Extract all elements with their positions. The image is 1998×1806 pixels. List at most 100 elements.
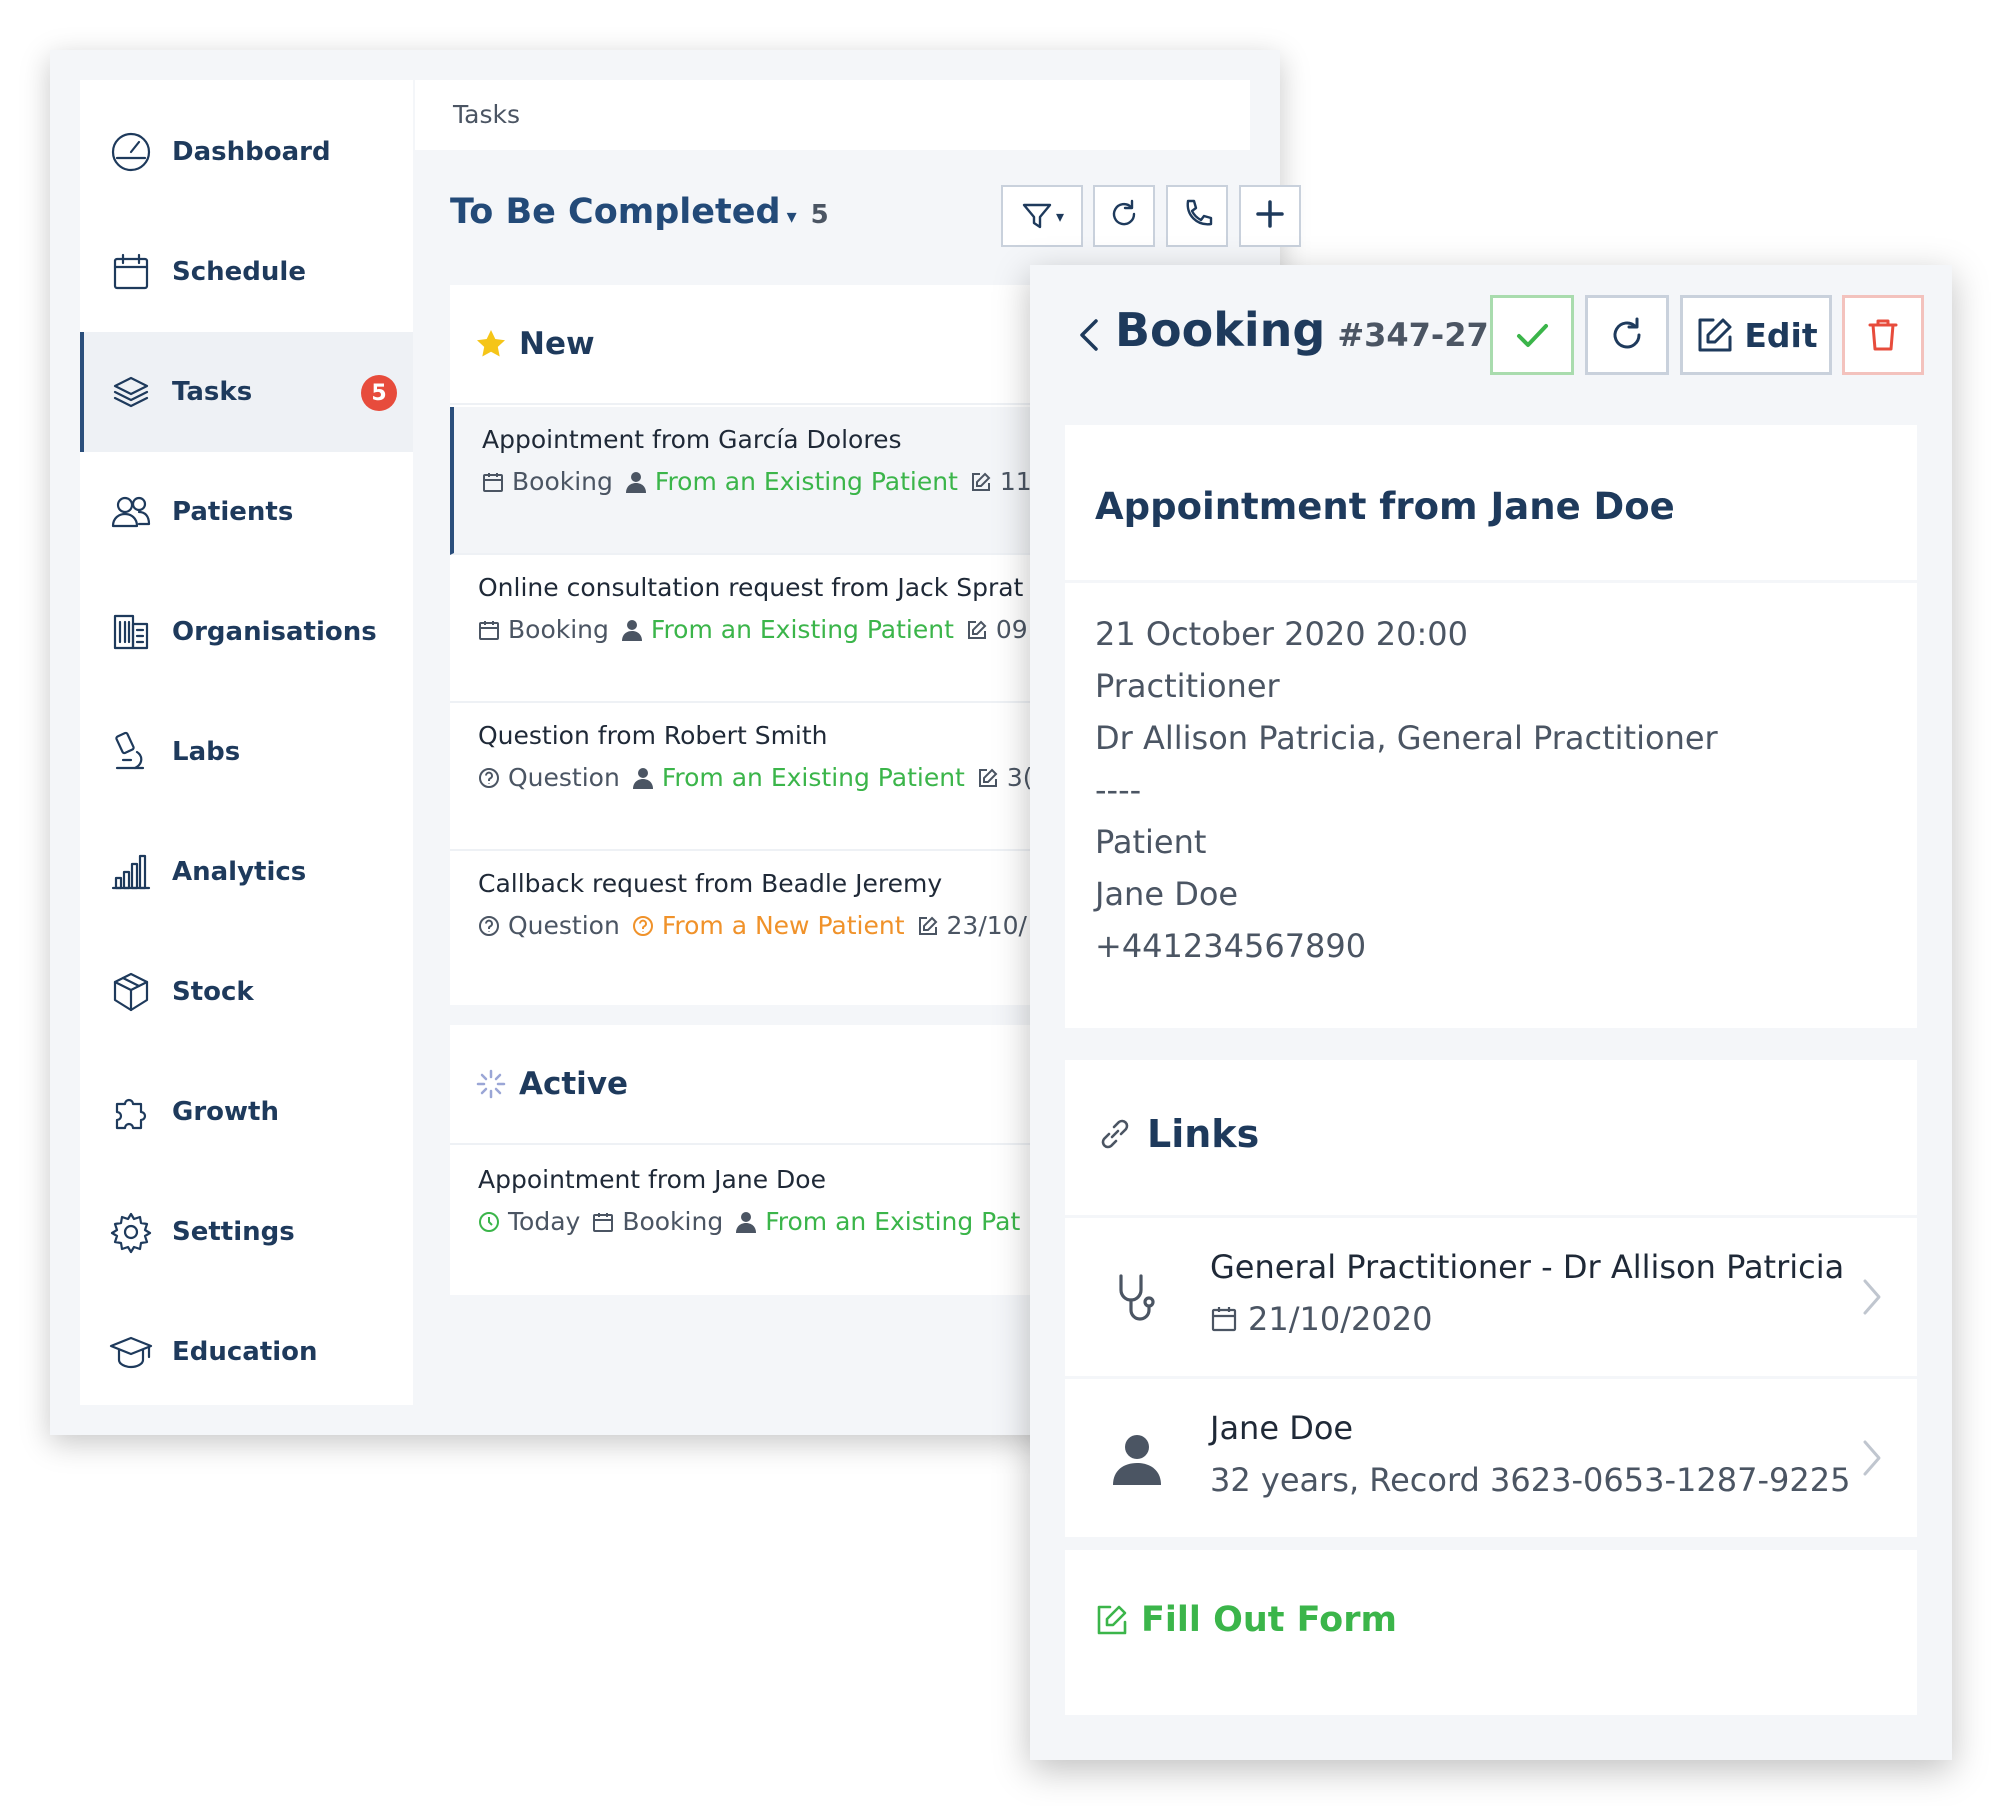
edit-icon — [978, 768, 998, 787]
link-row-practitioner[interactable]: General Practitioner - Dr Allison Patric… — [1065, 1218, 1917, 1376]
sidebar-item-label: Schedule — [172, 257, 306, 287]
task-type: Booking — [508, 615, 609, 644]
sidebar-item-label: Growth — [172, 1097, 279, 1127]
sidebar-item-label: Settings — [172, 1217, 295, 1247]
calendar-icon — [108, 249, 154, 295]
sidebar-item-growth[interactable]: Growth — [80, 1052, 413, 1172]
sidebar-item-education[interactable]: Education — [80, 1292, 413, 1412]
task-meta: Booking From an Existing Patient 09 — [478, 615, 1040, 644]
task-date: 11 — [999, 467, 1032, 496]
add-task-button[interactable] — [1239, 185, 1301, 247]
spinner-icon — [476, 1069, 506, 1099]
person-icon — [621, 619, 642, 641]
task-when: Today — [508, 1207, 581, 1236]
sidebar-item-tasks[interactable]: Tasks 5 — [80, 332, 413, 452]
complete-button[interactable] — [1490, 295, 1574, 375]
breadcrumb: Tasks — [453, 100, 520, 129]
booking-title: Booking — [1115, 303, 1326, 357]
detail-title: Booking #347-278 — [1115, 303, 1511, 357]
task-source: From an Existing Patient — [661, 763, 965, 792]
sidebar-item-label: Patients — [172, 497, 294, 527]
link-icon — [1101, 1119, 1129, 1149]
edit-label: Edit — [1744, 315, 1818, 355]
trash-icon — [1868, 319, 1898, 351]
task-source: From an Existing Pat — [765, 1207, 1021, 1236]
caret-down-icon: ▾ — [786, 204, 797, 228]
breadcrumb-bar: Tasks — [415, 80, 1250, 150]
person-icon — [625, 471, 646, 493]
chevron-right-icon — [1857, 1273, 1887, 1321]
refresh-icon — [1107, 197, 1141, 235]
person-icon — [736, 1211, 757, 1233]
sidebar-item-label: Tasks — [172, 377, 253, 407]
back-button[interactable] — [1074, 315, 1104, 355]
microscope-icon — [108, 729, 154, 775]
calendar-icon — [1211, 1307, 1237, 1332]
call-button[interactable] — [1166, 185, 1228, 247]
edit-button[interactable]: Edit — [1680, 295, 1832, 375]
appointment-datetime: 21 October 2020 20:00 — [1095, 615, 1468, 653]
separator-text: ---- — [1095, 771, 1142, 809]
edit-icon — [1698, 318, 1732, 352]
patient-name: Jane Doe — [1095, 875, 1239, 913]
sidebar-item-label: Labs — [172, 737, 241, 767]
gauge-icon — [108, 129, 154, 175]
task-meta: Question From an Existing Patient 3( — [478, 763, 1045, 792]
chevron-left-icon — [1080, 319, 1098, 351]
sidebar-item-label: Organisations — [172, 617, 377, 647]
sidebar-item-stock[interactable]: Stock — [80, 932, 413, 1052]
clock-icon — [479, 1211, 499, 1232]
group-title: New — [519, 326, 595, 362]
task-meta: Question From a New Patient 23/10/ — [478, 911, 1039, 940]
sidebar-item-labs[interactable]: Labs — [80, 692, 413, 812]
appointment-heading: Appointment from Jane Doe — [1095, 485, 1675, 528]
task-title: Appointment from Jane Doe — [478, 1165, 826, 1194]
link-subtitle: 32 years, Record 3623-0653-1287-9225 — [1210, 1461, 1851, 1499]
booking-id: #347-278 — [1337, 316, 1511, 354]
edit-icon — [918, 916, 937, 935]
sidebar-item-schedule[interactable]: Schedule — [80, 212, 413, 332]
sidebar-item-organisations[interactable]: Organisations — [80, 572, 413, 692]
filter-button[interactable]: ▾ — [1001, 185, 1083, 247]
delete-button[interactable] — [1842, 295, 1924, 375]
task-title: Appointment from García Dolores — [482, 425, 902, 454]
task-date: 3( — [1006, 763, 1033, 792]
refresh-button[interactable] — [1585, 295, 1669, 375]
calendar-icon — [483, 472, 503, 492]
task-filter-dropdown[interactable]: To Be Completed ▾ 5 — [450, 192, 829, 232]
sidebar-item-patients[interactable]: Patients — [80, 452, 413, 572]
link-title: General Practitioner - Dr Allison Patric… — [1210, 1248, 1845, 1286]
links-heading: Links — [1095, 1112, 1259, 1156]
person-icon — [632, 767, 653, 789]
puzzle-icon — [108, 1089, 154, 1135]
sidebar-item-settings[interactable]: Settings — [80, 1172, 413, 1292]
fill-out-form-link[interactable]: Fill Out Form — [1095, 1600, 1397, 1640]
chevron-right-icon — [1857, 1434, 1887, 1482]
edit-icon — [971, 472, 991, 491]
gear-icon — [108, 1209, 154, 1255]
bar-chart-icon — [108, 849, 154, 895]
sidebar-item-analytics[interactable]: Analytics — [80, 812, 413, 932]
task-count: 5 — [810, 200, 829, 230]
detail-info-card: 21 October 2020 20:00 Practitioner Dr Al… — [1065, 583, 1917, 1028]
sidebar: Dashboard Schedule Tasks 5 Patients Orga… — [80, 80, 413, 1405]
person-icon — [1107, 1429, 1167, 1489]
layers-icon — [108, 369, 154, 415]
link-row-patient[interactable]: Jane Doe 32 years, Record 3623-0653-1287… — [1065, 1379, 1917, 1537]
calendar-icon — [593, 1212, 614, 1232]
plus-icon — [1253, 197, 1287, 235]
practitioner-name: Dr Allison Patricia, General Practitione… — [1095, 719, 1718, 757]
question-icon — [479, 767, 499, 788]
check-icon — [1517, 324, 1548, 347]
refresh-icon — [1613, 317, 1641, 349]
sidebar-item-dashboard[interactable]: Dashboard — [80, 92, 413, 212]
link-date: 21/10/2020 — [1248, 1300, 1433, 1338]
users-icon — [108, 489, 154, 535]
task-title: Online consultation request from Jack Sp… — [478, 573, 1024, 602]
link-title: Jane Doe — [1210, 1409, 1354, 1447]
filter-icon: ▾ — [1020, 199, 1064, 233]
refresh-list-button[interactable] — [1093, 185, 1155, 247]
task-date: 09 — [995, 615, 1028, 644]
question-icon — [479, 915, 499, 936]
edit-icon — [1097, 1605, 1127, 1635]
